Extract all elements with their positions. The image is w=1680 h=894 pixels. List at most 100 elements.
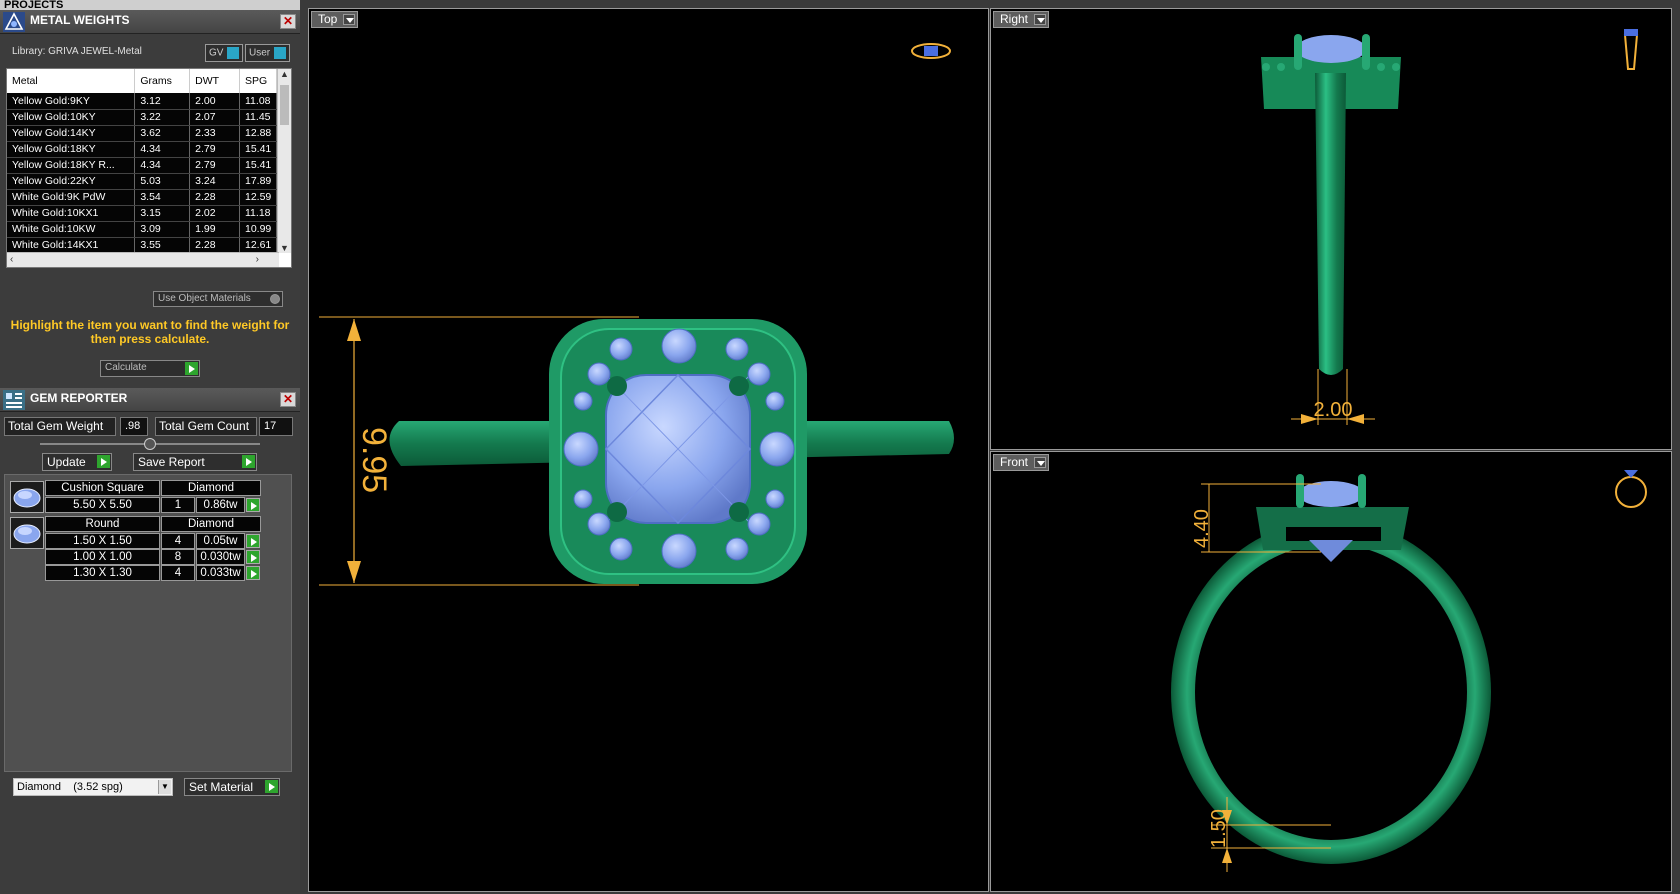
grams-cell: 4.34 bbox=[134, 141, 191, 158]
update-label: Update bbox=[47, 455, 86, 469]
metal-weights-titlebar: METAL WEIGHTS ✕ bbox=[0, 10, 300, 34]
metal-weights-title: METAL WEIGHTS bbox=[30, 13, 130, 27]
spg-cell: 15.41 bbox=[239, 157, 277, 174]
total-gem-count-value: 17 bbox=[259, 417, 293, 436]
calculate-button[interactable]: Calculate bbox=[100, 360, 200, 377]
gv-toggle-label: GV bbox=[209, 47, 224, 59]
metal-table-row[interactable]: White Gold:10KW 3.09 1.99 10.99 bbox=[7, 221, 277, 238]
front-view-orientation-icon[interactable] bbox=[1615, 470, 1647, 508]
update-button[interactable]: Update bbox=[42, 453, 112, 471]
gem-shape: Round bbox=[45, 516, 160, 532]
scroll-right-icon[interactable]: › bbox=[256, 254, 259, 265]
top-view-orientation-icon[interactable] bbox=[911, 43, 951, 59]
gem-weight: 0.05tw bbox=[196, 533, 245, 549]
metal-table-row[interactable]: Yellow Gold:18KY 4.34 2.79 15.41 bbox=[7, 141, 277, 158]
metal-name-cell: Yellow Gold:22KY bbox=[7, 173, 136, 190]
gem-size: 5.50 X 5.50 bbox=[45, 497, 160, 513]
col-header-grams[interactable]: Grams bbox=[134, 69, 191, 93]
material-select[interactable]: Diamond (3.52 spg) ▼ bbox=[13, 778, 173, 796]
gem-reporter-close-button[interactable]: ✕ bbox=[280, 392, 296, 407]
user-toggle-indicator-icon bbox=[274, 47, 287, 59]
scroll-left-icon[interactable]: ‹ bbox=[10, 254, 13, 265]
top-viewport[interactable]: 9.95 Top bbox=[308, 8, 989, 892]
metal-table-row[interactable]: Yellow Gold:10KY 3.22 2.07 11.45 bbox=[7, 109, 277, 126]
select-gem-button[interactable] bbox=[246, 498, 260, 512]
select-gem-button[interactable] bbox=[246, 534, 260, 548]
col-header-dwt[interactable]: DWT bbox=[189, 69, 240, 93]
spg-cell: 15.41 bbox=[239, 141, 277, 158]
metal-name-cell: Yellow Gold:10KY bbox=[7, 109, 136, 126]
material-select-value: Diamond (3.52 spg) bbox=[17, 781, 123, 793]
total-gem-weight: Total Gem Weight .98 bbox=[4, 417, 148, 436]
scroll-thumb[interactable] bbox=[280, 85, 289, 125]
gem-slider[interactable] bbox=[40, 438, 260, 450]
metal-name-cell: Yellow Gold:18KY R... bbox=[7, 157, 136, 174]
save-report-button[interactable]: Save Report bbox=[133, 453, 257, 471]
slider-knob[interactable] bbox=[144, 438, 156, 450]
right-view-orientation-icon[interactable] bbox=[1623, 29, 1639, 70]
select-gem-button[interactable] bbox=[246, 566, 260, 580]
use-object-materials-checkbox[interactable]: Use Object Materials bbox=[153, 291, 283, 307]
calculate-label: Calculate bbox=[105, 362, 147, 373]
col-header-metal[interactable]: Metal bbox=[7, 69, 136, 93]
spg-cell: 11.08 bbox=[239, 93, 277, 110]
dwt-cell: 2.07 bbox=[189, 109, 240, 126]
play-arrow-icon bbox=[265, 780, 278, 793]
metal-table-horizontal-scrollbar[interactable]: ‹ › bbox=[7, 252, 279, 267]
metal-table-row[interactable]: Yellow Gold:18KY R... 4.34 2.79 15.41 bbox=[7, 157, 277, 174]
spg-cell: 11.18 bbox=[239, 205, 277, 222]
select-gem-button[interactable] bbox=[246, 550, 260, 564]
play-arrow-icon bbox=[185, 362, 198, 375]
spg-cell: 10.99 bbox=[239, 221, 277, 238]
front-view-ring-render: 4.40 1.50 bbox=[1171, 470, 1647, 872]
grams-cell: 3.54 bbox=[134, 189, 191, 206]
metal-table-row[interactable]: White Gold:10KX1 3.15 2.02 11.18 bbox=[7, 205, 277, 222]
top-view-selector[interactable]: Top bbox=[311, 11, 359, 28]
app-window: PROJECTS METAL WEIGHTS ✕ Library: GRIVA … bbox=[0, 0, 1680, 894]
spg-cell: 11.45 bbox=[239, 109, 277, 126]
cushion-gem-thumbnail[interactable] bbox=[10, 481, 44, 513]
chevron-down-icon bbox=[1034, 14, 1047, 25]
spg-cell: 12.59 bbox=[239, 189, 277, 206]
metal-table-row[interactable]: Yellow Gold:22KY 5.03 3.24 17.89 bbox=[7, 173, 277, 190]
spg-cell: 12.61 bbox=[239, 237, 277, 254]
dwt-cell: 3.24 bbox=[189, 173, 240, 190]
right-viewport[interactable]: 2.00 Right bbox=[990, 8, 1672, 450]
metal-table-header: Metal Grams DWT SPG bbox=[7, 69, 277, 93]
metal-weights-table[interactable]: Metal Grams DWT SPG Yellow Gold:9KY 3.12 2… bbox=[6, 68, 292, 268]
library-label: Library: GRIVA JEWEL-Metal bbox=[12, 46, 142, 57]
set-material-button[interactable]: Set Material bbox=[184, 778, 280, 796]
dwt-cell: 2.79 bbox=[189, 157, 240, 174]
checkbox-icon bbox=[270, 294, 280, 304]
round-gem-thumbnail[interactable] bbox=[10, 517, 44, 549]
col-header-spg[interactable]: SPG bbox=[239, 69, 277, 93]
scroll-up-icon[interactable]: ▲ bbox=[280, 69, 289, 79]
total-gem-weight-value: .98 bbox=[120, 417, 148, 436]
metal-weights-close-button[interactable]: ✕ bbox=[280, 14, 296, 29]
front-viewport[interactable]: 4.40 1.50 Front bbox=[990, 451, 1672, 892]
right-dimension-text: 2.00 bbox=[1314, 399, 1353, 421]
grams-cell: 3.09 bbox=[134, 221, 191, 238]
gem-reporter-title: GEM REPORTER bbox=[30, 391, 128, 405]
metal-table-row[interactable]: Yellow Gold:9KY 3.12 2.00 11.08 bbox=[7, 93, 277, 110]
total-gem-weight-label: Total Gem Weight bbox=[4, 417, 116, 436]
dwt-cell: 2.79 bbox=[189, 141, 240, 158]
right-view-selector[interactable]: Right bbox=[993, 11, 1050, 28]
metal-name-cell: Yellow Gold:9KY bbox=[7, 93, 136, 110]
metal-table-row[interactable]: White Gold:14KX1 3.55 2.28 12.61 bbox=[7, 237, 277, 254]
gem-count: 4 bbox=[161, 565, 195, 581]
scroll-down-icon[interactable]: ▼ bbox=[280, 243, 289, 253]
gv-toggle[interactable]: GV bbox=[205, 44, 244, 62]
dwt-cell: 2.28 bbox=[189, 237, 240, 254]
metal-table-row[interactable]: White Gold:9K PdW 3.54 2.28 12.59 bbox=[7, 189, 277, 206]
projects-header[interactable]: PROJECTS bbox=[0, 0, 300, 10]
metal-table-row[interactable]: Yellow Gold:14KY 3.62 2.33 12.88 bbox=[7, 125, 277, 142]
left-panel: PROJECTS METAL WEIGHTS ✕ Library: GRIVA … bbox=[0, 0, 300, 894]
metal-name-cell: White Gold:10KX1 bbox=[7, 205, 136, 222]
user-toggle[interactable]: User bbox=[245, 44, 291, 62]
metal-table-vertical-scrollbar[interactable]: ▲ ▼ bbox=[277, 69, 291, 253]
gem-count: 1 bbox=[161, 497, 195, 513]
front-view-selector[interactable]: Front bbox=[993, 454, 1050, 471]
grams-cell: 4.34 bbox=[134, 157, 191, 174]
gem-size: 1.00 X 1.00 bbox=[45, 549, 160, 565]
